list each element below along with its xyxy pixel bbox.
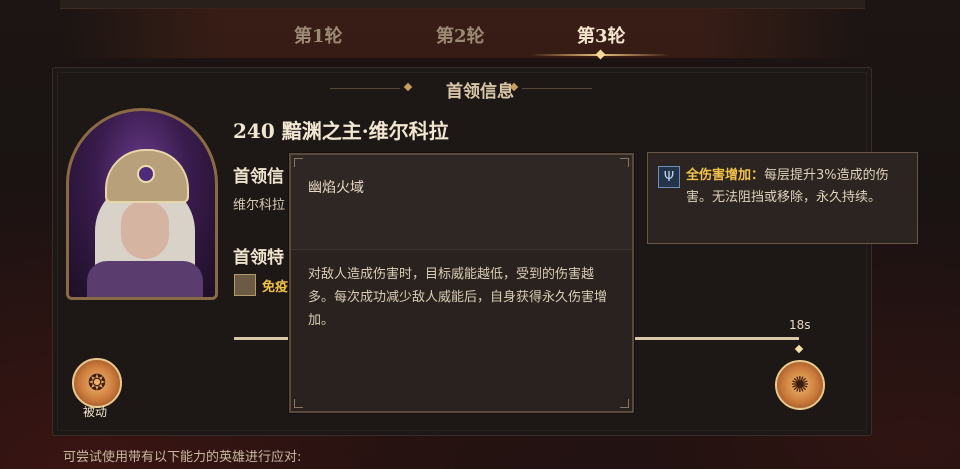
tab-round-3[interactable]: 第3轮 bbox=[577, 22, 626, 48]
buff-name: 全伤害增加 bbox=[686, 168, 752, 183]
trident-icon: Ψ bbox=[658, 166, 680, 188]
dragon-icon: ❂ bbox=[87, 370, 107, 396]
trait-immunity-label: 免疫 bbox=[262, 280, 289, 295]
skill-tooltip-description: 对敌人造成伤害时，目标威能越低，受到的伤害越多。每次成功减少敌人威能后，自身获得… bbox=[308, 267, 608, 328]
timed-skill-icon[interactable]: ✺ bbox=[775, 360, 825, 410]
panel-title: 首领信息 bbox=[446, 82, 514, 102]
boss-info-heading: 首领信 bbox=[233, 167, 284, 187]
title-divider-right bbox=[522, 88, 592, 89]
immunity-icon[interactable] bbox=[234, 274, 256, 296]
boss-name: 240 黯渊之主·维尔科拉 bbox=[233, 119, 449, 143]
passive-skill-icon[interactable]: ❂ bbox=[72, 358, 122, 408]
boss-trait-heading: 首领特 bbox=[233, 248, 284, 268]
skill-tooltip-title: 幽焰火域 bbox=[308, 180, 364, 196]
tab-round-1[interactable]: 第1轮 bbox=[294, 22, 343, 48]
timeline-time-label: 18s bbox=[789, 318, 811, 332]
boss-info-text: 维尔科拉 bbox=[233, 198, 286, 213]
passive-label: 被动 bbox=[83, 405, 108, 419]
buff-tooltip: Ψ 全伤害增加：每层提升3%造成的伤害。无法阻挡或移除，永久持续。 bbox=[647, 152, 918, 244]
skill-tooltip: 幽焰火域 对敌人造成伤害时，目标威能越低，受到的伤害越多。每次成功减少敌人威能后… bbox=[289, 153, 634, 413]
tab-round-2[interactable]: 第2轮 bbox=[436, 22, 485, 48]
vortex-icon: ✺ bbox=[790, 372, 810, 398]
buff-separator: ： bbox=[751, 168, 765, 183]
counter-hint-text: 可尝试使用带有以下能力的英雄进行应对: bbox=[63, 450, 302, 465]
boss-portrait[interactable] bbox=[66, 108, 218, 300]
